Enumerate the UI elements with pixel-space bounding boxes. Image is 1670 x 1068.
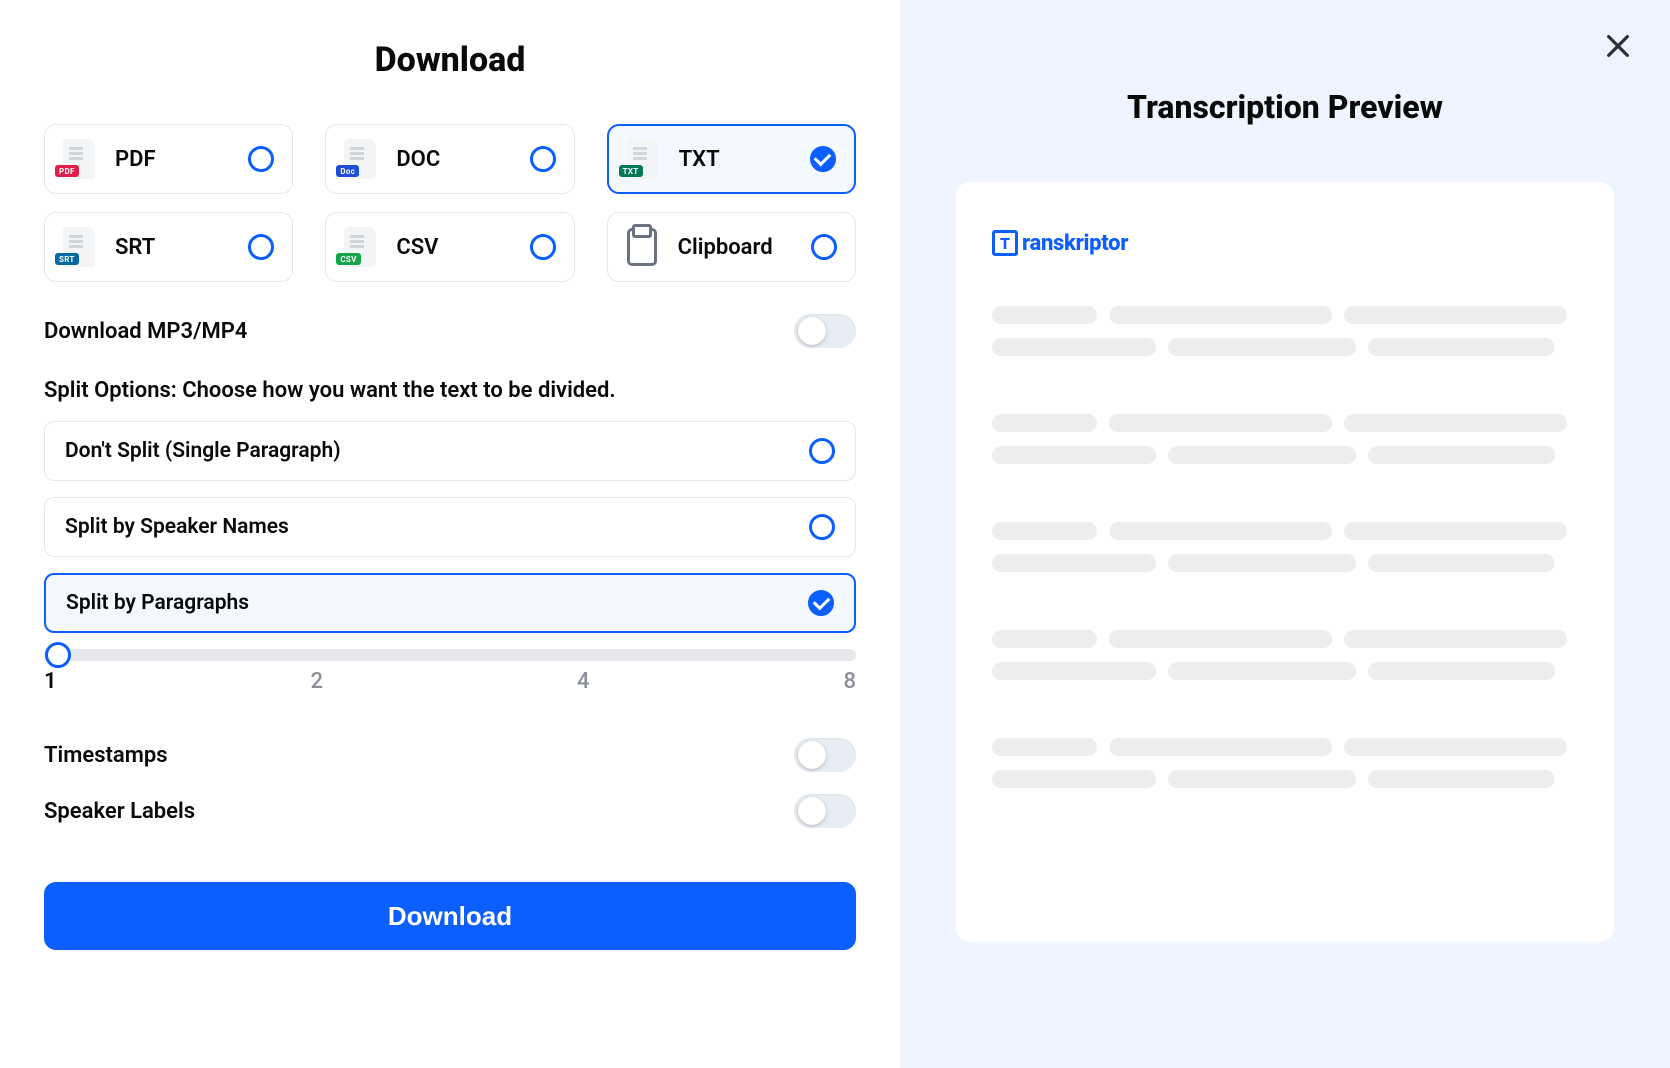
slider-tick: 4: [577, 669, 590, 694]
format-option-txt[interactable]: TXT TXT: [607, 124, 856, 194]
radio-unchecked-icon: [530, 146, 556, 172]
format-option-srt[interactable]: SRT SRT: [44, 212, 293, 282]
radio-unchecked-icon: [530, 234, 556, 260]
pdf-file-icon: PDF: [57, 137, 101, 181]
preview-placeholder-block: [992, 306, 1578, 356]
format-option-csv[interactable]: CSV CSV: [325, 212, 574, 282]
preview-placeholder-block: [992, 738, 1578, 788]
radio-unchecked-icon: [809, 438, 835, 464]
slider-track: [44, 649, 856, 661]
timestamps-row: Timestamps: [44, 738, 856, 772]
download-media-row: Download MP3/MP4: [44, 314, 856, 348]
split-options-heading: Split Options: Choose how you want the t…: [44, 378, 856, 403]
doc-file-icon: Doc: [338, 137, 382, 181]
split-option-nosplit[interactable]: Don't Split (Single Paragraph): [44, 421, 856, 481]
clipboard-icon: [620, 225, 664, 269]
format-label: CSV: [396, 235, 515, 260]
format-label: Clipboard: [678, 235, 797, 260]
csv-file-icon: CSV: [338, 225, 382, 269]
split-option-label: Split by Paragraphs: [66, 591, 249, 615]
format-grid: PDF PDF Doc DOC TXT TXT SRT SRT: [44, 124, 856, 282]
radio-unchecked-icon: [811, 234, 837, 260]
slider-ticks: 1 2 4 8: [44, 669, 856, 694]
format-option-pdf[interactable]: PDF PDF: [44, 124, 293, 194]
slider-tick: 1: [44, 669, 57, 694]
preview-placeholder-block: [992, 522, 1578, 572]
download-title: Download: [44, 40, 856, 80]
speaker-labels-label: Speaker Labels: [44, 799, 195, 824]
export-toggles: Timestamps Speaker Labels: [44, 738, 856, 828]
close-icon[interactable]: [1602, 30, 1634, 62]
srt-file-icon: SRT: [57, 225, 101, 269]
split-option-label: Don't Split (Single Paragraph): [65, 439, 341, 463]
split-option-label: Split by Speaker Names: [65, 515, 289, 539]
format-option-clipboard[interactable]: Clipboard: [607, 212, 856, 282]
radio-checked-icon: [810, 146, 836, 172]
split-option-paragraphs[interactable]: Split by Paragraphs: [44, 573, 856, 633]
timestamps-label: Timestamps: [44, 743, 168, 768]
format-label: DOC: [396, 147, 515, 172]
brand-mark-icon: T: [992, 230, 1018, 256]
speaker-labels-toggle[interactable]: [794, 794, 856, 828]
download-media-toggle[interactable]: [794, 314, 856, 348]
brand-logo: T ranskriptor: [992, 230, 1578, 256]
preview-panel: Transcription Preview T ranskriptor: [900, 0, 1670, 1068]
format-label: PDF: [115, 147, 234, 172]
brand-text: ranskriptor: [1022, 231, 1128, 256]
txt-file-icon: TXT: [621, 137, 665, 181]
slider-tick: 8: [843, 669, 856, 694]
radio-unchecked-icon: [248, 234, 274, 260]
paragraph-count-slider[interactable]: 1 2 4 8: [44, 649, 856, 694]
preview-card: T ranskriptor: [956, 182, 1614, 942]
format-label: TXT: [679, 147, 796, 172]
download-button[interactable]: Download: [44, 882, 856, 950]
preview-title: Transcription Preview: [956, 88, 1614, 126]
format-label: SRT: [115, 235, 234, 260]
download-media-label: Download MP3/MP4: [44, 319, 247, 344]
radio-unchecked-icon: [248, 146, 274, 172]
download-panel: Download PDF PDF Doc DOC TXT TXT SRT: [0, 0, 900, 1068]
radio-unchecked-icon: [809, 514, 835, 540]
slider-thumb[interactable]: [45, 642, 71, 668]
speaker-labels-row: Speaker Labels: [44, 794, 856, 828]
split-option-speaker[interactable]: Split by Speaker Names: [44, 497, 856, 557]
preview-placeholder-block: [992, 414, 1578, 464]
preview-placeholder-block: [992, 630, 1578, 680]
format-option-doc[interactable]: Doc DOC: [325, 124, 574, 194]
radio-checked-icon: [808, 590, 834, 616]
slider-tick: 2: [311, 669, 324, 694]
timestamps-toggle[interactable]: [794, 738, 856, 772]
